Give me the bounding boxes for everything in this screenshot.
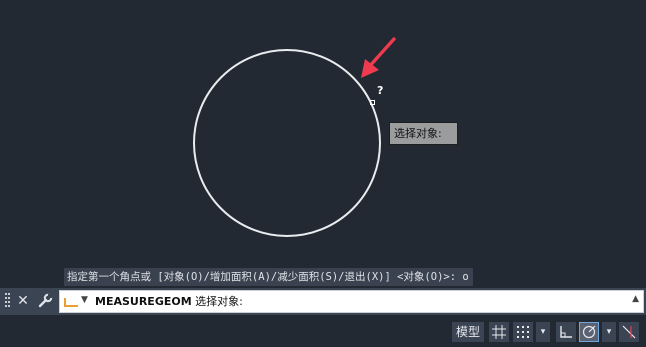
pickbox-cursor	[370, 100, 375, 105]
chevron-down-icon[interactable]: ▼	[81, 295, 88, 305]
pointer-arrow-icon	[361, 37, 396, 78]
cursor-question-mark: ?	[377, 84, 384, 97]
status-bar: 模型 ▾ ▾	[0, 315, 646, 347]
drawing-canvas[interactable]: ? 选择对象: 指定第一个角点或 [对象(O)/增加面积(A)/减少面积(S)/…	[0, 0, 646, 288]
command-text: MEASUREGEOM 选择对象:	[95, 291, 243, 312]
close-icon[interactable]: ✕	[14, 292, 32, 310]
command-history-line: 指定第一个角点或 [对象(O)/增加面积(A)/减少面积(S)/退出(X)] <…	[64, 268, 473, 286]
command-prompt-icon	[64, 298, 78, 307]
chevron-up-icon[interactable]: ▲	[632, 294, 639, 304]
command-line: ✕ ▼ MEASUREGEOM 选择对象: ▲	[0, 288, 646, 315]
object-snap-icon[interactable]	[619, 322, 639, 342]
ortho-icon[interactable]	[556, 322, 576, 342]
command-name: MEASUREGEOM	[95, 295, 192, 308]
command-input[interactable]: ▼ MEASUREGEOM 选择对象: ▲	[59, 290, 644, 313]
wrench-icon[interactable]	[36, 292, 54, 310]
dynamic-input-tooltip: 选择对象:	[389, 122, 458, 145]
circle-object[interactable]	[193, 49, 381, 237]
snap-dots-icon[interactable]	[513, 322, 533, 342]
polar-tracking-icon[interactable]	[579, 322, 599, 342]
command-prompt: 选择对象:	[191, 295, 243, 308]
snap-dropdown-icon[interactable]: ▾	[536, 322, 550, 342]
grid-icon[interactable]	[489, 322, 509, 342]
command-line-grip[interactable]	[5, 293, 11, 310]
model-tab-button[interactable]: 模型	[452, 322, 484, 342]
polar-dropdown-icon[interactable]: ▾	[602, 322, 616, 342]
